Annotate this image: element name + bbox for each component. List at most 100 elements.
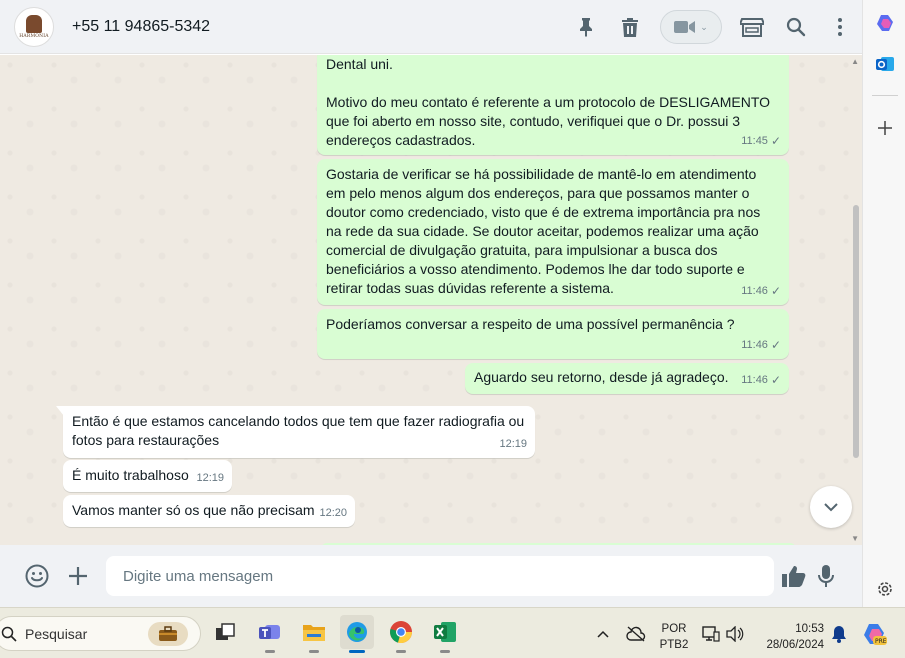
network-icon[interactable]: [701, 608, 721, 658]
chevron-down-icon: [824, 502, 838, 511]
message-meta: 11:46 ✓: [741, 336, 781, 355]
scroll-down-arrow-icon[interactable]: ▼: [851, 534, 859, 543]
taskbar-search-label: Pesquisar: [25, 625, 88, 642]
taskbar-clock[interactable]: 10:53 28/06/2024: [758, 621, 824, 653]
browser-sidebar: [862, 0, 905, 607]
taskbar-active-indicator: [349, 650, 365, 653]
chat-area[interactable]: Dental uni. Motivo do meu contato é refe…: [0, 55, 862, 545]
message-meta: 12:19: [196, 469, 224, 488]
message-time: 11:46: [741, 374, 768, 386]
logo-icon: [26, 14, 42, 33]
taskbar-running-indicator: [309, 650, 319, 653]
input-language-indicator[interactable]: POR PTB2: [652, 621, 696, 653]
keyboard-layout: PTB2: [659, 639, 689, 651]
message-outgoing[interactable]: Poderíamos conversar a respeito de uma p…: [317, 309, 789, 359]
delete-icon[interactable]: [608, 0, 652, 54]
message-outgoing[interactable]: Gostaria de verificar se há possibilidad…: [317, 159, 789, 305]
chat-header: HARMONIA +55 11 94865-5342 ⌄: [0, 0, 862, 54]
message-text-line: Então é que estamos cancelando todos que…: [72, 413, 525, 429]
message-meta: 12:20: [319, 504, 347, 523]
taskbar-running-indicator: [440, 650, 450, 653]
language-code: POR: [661, 623, 687, 635]
message-text-line: Poderíamos conversar a respeito de uma p…: [326, 316, 735, 332]
notification-bell-icon[interactable]: [829, 608, 849, 658]
taskbar-search[interactable]: Pesquisar: [0, 616, 201, 651]
message-text-line: Aguardo seu retorno, desde já agradeço.: [474, 369, 729, 385]
message-text-line: Motivo do meu contato é referente a um p…: [326, 94, 771, 110]
message-text-line: retirar todas suas dúvidas referente a s…: [326, 280, 614, 296]
sent-check-icon: ✓: [770, 134, 781, 148]
message-text-line: endereços cadastrados.: [326, 132, 476, 148]
message-text-line: [326, 74, 780, 93]
message-input[interactable]: [106, 556, 774, 596]
message-text-line: fotos para restaurações: [72, 432, 220, 448]
cloud-offline-icon[interactable]: [624, 608, 648, 658]
clock-time: 10:53: [795, 623, 824, 635]
message-time: 11:46: [741, 339, 768, 351]
volume-icon[interactable]: [725, 608, 745, 658]
message-text-line: Dental uni.: [326, 56, 393, 72]
attach-plus-icon[interactable]: [58, 556, 98, 596]
scroll-up-arrow-icon[interactable]: ▲: [851, 57, 859, 66]
clock-date: 28/06/2024: [766, 639, 824, 651]
message-incoming[interactable]: Então é que estamos cancelando todos que…: [56, 406, 535, 458]
message-time: 11:45: [741, 135, 768, 147]
message-text-line: Gostaria de verificar se há possibilidad…: [326, 166, 757, 182]
chevron-down-icon: ⌄: [700, 21, 708, 32]
message-text-line: doutor como credenciado, visto que é de …: [326, 204, 761, 220]
header-actions: ⌄: [564, 0, 862, 54]
outlook-icon[interactable]: [874, 53, 896, 75]
message-text-line: Vamos manter só os que não precisam: [72, 502, 315, 518]
copilot-preview-icon[interactable]: PRE: [860, 608, 890, 658]
message-text-line: beneficiários a vosso atendimento. Podem…: [326, 261, 745, 277]
task-view-icon[interactable]: [208, 615, 242, 649]
pin-icon[interactable]: [564, 0, 608, 54]
message-text-line: comercial de divulgação gratuita, para i…: [326, 242, 718, 258]
taskbar-running-indicator: [396, 650, 406, 653]
avatar-logo-text: HARMONIA: [19, 33, 49, 39]
settings-gear-icon[interactable]: [874, 578, 896, 600]
chat-scrollbar[interactable]: ▲ ▼: [850, 55, 862, 545]
excel-icon[interactable]: [428, 615, 462, 653]
message-time: 12:19: [196, 472, 224, 484]
message-text-line: em pelo menos algum dos endereços, para …: [326, 185, 750, 201]
menu-icon[interactable]: [818, 0, 862, 54]
message-meta: 11:45 ✓: [741, 132, 781, 151]
add-icon[interactable]: [874, 117, 896, 139]
microphone-icon[interactable]: [806, 556, 846, 596]
contact-name[interactable]: +55 11 94865-5342: [72, 18, 210, 36]
message-meta: 11:46 ✓: [741, 371, 781, 390]
edge-browser-icon[interactable]: [340, 615, 374, 653]
bubble-tail: [56, 406, 64, 416]
scrollbar-thumb[interactable]: [853, 205, 859, 458]
sent-check-icon: ✓: [770, 284, 781, 298]
sent-check-icon: ✓: [770, 338, 781, 352]
message-time: 11:46: [741, 285, 768, 297]
message-outgoing[interactable]: Aguardo seu retorno, desde já agradeço. …: [465, 363, 789, 394]
message-text-line: que foi aberto em nosso site, contudo, v…: [326, 113, 741, 129]
avatar[interactable]: HARMONIA: [14, 6, 54, 47]
scroll-to-bottom-button[interactable]: [810, 486, 852, 528]
message-outgoing[interactable]: Dental uni. Motivo do meu contato é refe…: [317, 55, 789, 155]
message-text-line: na rede da sua cidade. Se doutor aceitar…: [326, 223, 759, 239]
emoji-icon[interactable]: [17, 556, 57, 596]
windows-taskbar: Pesquisar POR PTB2 10:53 28/06/2024 PRE: [0, 607, 905, 658]
chrome-icon[interactable]: [384, 615, 418, 653]
taskbar-running-indicator: [265, 650, 275, 653]
file-explorer-icon[interactable]: [297, 615, 331, 653]
message-incoming[interactable]: Vamos manter só os que não precisam 12:2…: [63, 495, 355, 527]
sent-check-icon: ✓: [770, 373, 781, 387]
briefcase-icon: [148, 622, 188, 646]
message-time: 12:19: [499, 438, 527, 450]
teams-icon[interactable]: [253, 615, 287, 653]
store-icon[interactable]: [730, 0, 774, 54]
message-incoming[interactable]: É muito trabalhoso 12:19: [63, 460, 232, 492]
copilot-icon[interactable]: [874, 12, 896, 34]
sidebar-divider: [872, 95, 898, 96]
search-icon[interactable]: [774, 0, 818, 54]
show-hidden-icons-chevron[interactable]: [593, 608, 613, 658]
video-call-button[interactable]: ⌄: [660, 10, 722, 44]
message-meta: 11:46 ✓: [741, 282, 781, 301]
message-composer: [0, 545, 862, 607]
message-time: 12:20: [319, 507, 347, 519]
